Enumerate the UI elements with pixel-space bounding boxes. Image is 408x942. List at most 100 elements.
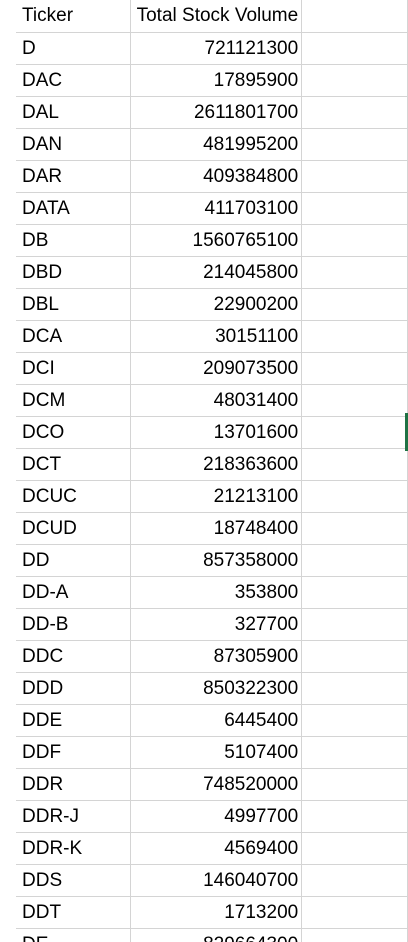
empty-cell[interactable] bbox=[301, 704, 408, 737]
empty-cell[interactable] bbox=[301, 608, 408, 641]
empty-cell[interactable] bbox=[301, 832, 408, 865]
empty-cell[interactable] bbox=[301, 0, 408, 33]
volume-cell[interactable]: 481995200 bbox=[130, 128, 303, 161]
empty-cell[interactable] bbox=[301, 672, 408, 705]
spreadsheet-grid: Ticker Total Stock Volume D 721121300 DAC 1… bbox=[0, 0, 408, 942]
ticker-cell[interactable]: D bbox=[16, 32, 131, 65]
ticker-cell[interactable]: DCM bbox=[16, 384, 131, 417]
volume-cell[interactable]: 1713200 bbox=[130, 896, 303, 929]
volume-cell[interactable]: 4997700 bbox=[130, 800, 303, 833]
ticker-cell[interactable]: DAN bbox=[16, 128, 131, 161]
volume-cell[interactable]: 5107400 bbox=[130, 736, 303, 769]
empty-cell[interactable] bbox=[301, 192, 408, 225]
empty-cell[interactable] bbox=[301, 416, 408, 449]
empty-cell[interactable] bbox=[301, 288, 408, 321]
table-row: DE829664300 bbox=[16, 928, 408, 942]
volume-cell[interactable]: 2611801700 bbox=[130, 96, 303, 129]
volume-cell[interactable]: 209073500 bbox=[130, 352, 303, 385]
volume-cell[interactable]: 857358000 bbox=[130, 544, 303, 577]
volume-cell[interactable]: 13701600 bbox=[130, 416, 303, 449]
empty-cell[interactable] bbox=[301, 320, 408, 353]
ticker-cell[interactable]: DCT bbox=[16, 448, 131, 481]
ticker-cell[interactable]: DCO bbox=[16, 416, 131, 449]
ticker-cell[interactable]: DDF bbox=[16, 736, 131, 769]
ticker-cell[interactable]: DDE bbox=[16, 704, 131, 737]
ticker-cell[interactable]: DCI bbox=[16, 352, 131, 385]
volume-cell[interactable]: 721121300 bbox=[130, 32, 303, 65]
volume-cell[interactable]: 4569400 bbox=[130, 832, 303, 865]
table-row: DCO 13701600 bbox=[16, 416, 408, 449]
volume-cell[interactable]: 327700 bbox=[130, 608, 303, 641]
empty-cell[interactable] bbox=[301, 128, 408, 161]
header-row: Ticker Total Stock Volume bbox=[16, 0, 408, 33]
volume-cell[interactable]: 1560765100 bbox=[130, 224, 303, 257]
ticker-cell[interactable]: DATA bbox=[16, 192, 131, 225]
ticker-cell[interactable]: DD bbox=[16, 544, 131, 577]
volume-cell[interactable]: 6445400 bbox=[130, 704, 303, 737]
table-row: DD-B 327700 bbox=[16, 608, 408, 641]
empty-cell[interactable] bbox=[301, 896, 408, 929]
volume-cell[interactable]: 218363600 bbox=[130, 448, 303, 481]
empty-cell[interactable] bbox=[301, 256, 408, 289]
empty-cell[interactable] bbox=[301, 928, 408, 942]
empty-cell[interactable] bbox=[301, 576, 408, 609]
table-row: DDR-K 4569400 bbox=[16, 832, 408, 865]
header-ticker-cell[interactable]: Ticker bbox=[16, 0, 131, 33]
volume-cell[interactable]: 30151100 bbox=[130, 320, 303, 353]
empty-cell[interactable] bbox=[301, 736, 408, 769]
empty-cell[interactable] bbox=[301, 160, 408, 193]
ticker-cell[interactable]: DDD bbox=[16, 672, 131, 705]
ticker-cell[interactable]: DDR-K bbox=[16, 832, 131, 865]
empty-cell[interactable] bbox=[301, 384, 408, 417]
volume-cell[interactable]: 17895900 bbox=[130, 64, 303, 97]
table-row: DD-A 353800 bbox=[16, 576, 408, 609]
empty-cell[interactable] bbox=[301, 352, 408, 385]
ticker-cell[interactable]: DDS bbox=[16, 864, 131, 897]
empty-cell[interactable] bbox=[301, 640, 408, 673]
ticker-cell[interactable]: DBD bbox=[16, 256, 131, 289]
empty-cell[interactable] bbox=[301, 224, 408, 257]
table-row: DCUD 18748400 bbox=[16, 512, 408, 545]
volume-cell[interactable]: 850322300 bbox=[130, 672, 303, 705]
header-volume-cell[interactable]: Total Stock Volume bbox=[130, 0, 303, 33]
volume-cell[interactable]: 146040700 bbox=[130, 864, 303, 897]
ticker-cell[interactable]: DAC bbox=[16, 64, 131, 97]
volume-cell[interactable]: 411703100 bbox=[130, 192, 303, 225]
ticker-cell[interactable]: DAL bbox=[16, 96, 131, 129]
ticker-cell[interactable]: DDR bbox=[16, 768, 131, 801]
empty-cell[interactable] bbox=[301, 96, 408, 129]
volume-cell[interactable]: 87305900 bbox=[130, 640, 303, 673]
ticker-cell[interactable]: DE bbox=[16, 928, 131, 942]
volume-cell[interactable]: 21213100 bbox=[130, 480, 303, 513]
volume-cell[interactable]: 214045800 bbox=[130, 256, 303, 289]
ticker-cell[interactable]: DAR bbox=[16, 160, 131, 193]
volume-cell[interactable]: 22900200 bbox=[130, 288, 303, 321]
volume-cell[interactable]: 829664300 bbox=[130, 928, 303, 942]
ticker-cell[interactable]: DDT bbox=[16, 896, 131, 929]
empty-cell[interactable] bbox=[301, 64, 408, 97]
ticker-cell[interactable]: DBL bbox=[16, 288, 131, 321]
ticker-cell[interactable]: DD-A bbox=[16, 576, 131, 609]
empty-cell[interactable] bbox=[301, 864, 408, 897]
ticker-cell[interactable]: DDR-J bbox=[16, 800, 131, 833]
table-row: DAC 17895900 bbox=[16, 64, 408, 97]
empty-cell[interactable] bbox=[301, 32, 408, 65]
table-row: DCUC 21213100 bbox=[16, 480, 408, 513]
ticker-cell[interactable]: DCUD bbox=[16, 512, 131, 545]
ticker-cell[interactable]: DB bbox=[16, 224, 131, 257]
ticker-cell[interactable]: DCUC bbox=[16, 480, 131, 513]
ticker-cell[interactable]: DD-B bbox=[16, 608, 131, 641]
volume-cell[interactable]: 748520000 bbox=[130, 768, 303, 801]
empty-cell[interactable] bbox=[301, 448, 408, 481]
empty-cell[interactable] bbox=[301, 800, 408, 833]
volume-cell[interactable]: 409384800 bbox=[130, 160, 303, 193]
volume-cell[interactable]: 48031400 bbox=[130, 384, 303, 417]
ticker-cell[interactable]: DDC bbox=[16, 640, 131, 673]
empty-cell[interactable] bbox=[301, 480, 408, 513]
ticker-cell[interactable]: DCA bbox=[16, 320, 131, 353]
empty-cell[interactable] bbox=[301, 544, 408, 577]
empty-cell[interactable] bbox=[301, 768, 408, 801]
empty-cell[interactable] bbox=[301, 512, 408, 545]
volume-cell[interactable]: 18748400 bbox=[130, 512, 303, 545]
volume-cell[interactable]: 353800 bbox=[130, 576, 303, 609]
